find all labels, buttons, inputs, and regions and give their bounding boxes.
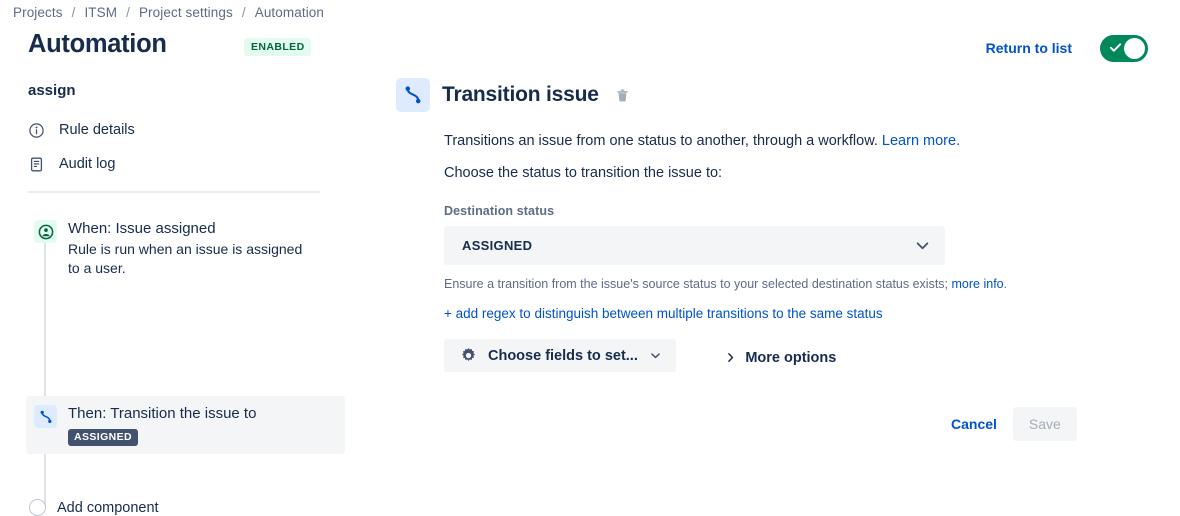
rule-name: assign xyxy=(28,82,76,99)
rule-step-trigger-body: When: Issue assigned Rule is run when an… xyxy=(68,219,311,278)
action-title: Transition issue xyxy=(442,83,599,106)
document-list-icon xyxy=(28,156,45,173)
chevron-right-icon xyxy=(724,351,737,364)
sidebar-item-label: Audit log xyxy=(59,156,116,172)
rule-step-title: Then: Transition the issue to xyxy=(68,405,257,422)
breadcrumb-separator: / xyxy=(241,5,246,20)
transition-icon xyxy=(34,405,57,428)
add-component-label: Add component xyxy=(57,499,159,516)
breadcrumb-separator: / xyxy=(126,5,130,20)
rule-sidebar: assign Rule details Audit log When: Issu… xyxy=(0,78,360,516)
destination-status-value: ASSIGNED xyxy=(462,238,533,253)
sidebar-divider xyxy=(28,191,320,193)
learn-more-link[interactable]: Learn more. xyxy=(882,133,960,149)
rule-step-trigger[interactable]: When: Issue assigned Rule is run when an… xyxy=(26,211,320,286)
destination-status-help-text: Ensure a transition from the issue's sou… xyxy=(444,277,949,291)
page-title: Automation xyxy=(28,30,167,58)
return-to-list-link[interactable]: Return to list xyxy=(986,40,1072,56)
person-circle-icon xyxy=(34,220,57,243)
more-options-toggle[interactable]: More options xyxy=(724,350,836,366)
rule-step-action[interactable]: Then: Transition the issue to ASSIGNED xyxy=(26,396,345,454)
breadcrumb-item-projects[interactable]: Projects xyxy=(13,3,63,22)
choose-fields-button[interactable]: Choose fields to set... xyxy=(444,339,676,372)
rule-step-title: When: Issue assigned xyxy=(68,220,216,237)
sidebar-item-label: Rule details xyxy=(59,122,135,138)
breadcrumb-item-project-settings[interactable]: Project settings xyxy=(139,3,233,22)
more-info-link[interactable]: more info xyxy=(952,277,1004,291)
page-header: Automation ENABLED Return to list xyxy=(0,30,1180,70)
action-description-text: Transitions an issue from one status to … xyxy=(444,133,878,149)
trash-icon[interactable] xyxy=(613,85,633,105)
rule-step-description: Rule is run when an issue is assigned to… xyxy=(68,241,303,276)
save-button[interactable]: Save xyxy=(1012,407,1077,441)
cancel-button[interactable]: Cancel xyxy=(941,408,1007,440)
toggle-knob xyxy=(1124,38,1145,59)
breadcrumb-item-automation[interactable]: Automation xyxy=(255,3,324,22)
destination-status-select[interactable]: ASSIGNED xyxy=(444,226,945,265)
sidebar-item-audit-log[interactable]: Audit log xyxy=(28,151,115,177)
check-icon xyxy=(1109,43,1122,52)
action-subheading: Choose the status to transition the issu… xyxy=(444,165,723,181)
gear-icon xyxy=(460,347,477,364)
breadcrumb-separator: / xyxy=(71,5,76,20)
chevron-down-icon xyxy=(649,349,662,362)
action-description: Transitions an issue from one status to … xyxy=(444,131,1096,151)
empty-circle-icon xyxy=(29,499,46,516)
form-actions: Cancel Save xyxy=(941,407,1077,441)
choose-fields-label: Choose fields to set... xyxy=(488,347,638,364)
add-regex-link[interactable]: + add regex to distinguish between multi… xyxy=(444,306,1096,321)
action-header: Transition issue xyxy=(396,78,1096,112)
action-detail-panel: Transition issue Transitions an issue fr… xyxy=(396,78,1096,441)
help-suffix: . xyxy=(1003,277,1008,291)
destination-status-help: Ensure a transition from the issue's sou… xyxy=(444,276,1096,293)
rule-step-status-badge: ASSIGNED xyxy=(68,429,139,446)
rule-enabled-toggle[interactable] xyxy=(1100,35,1148,62)
breadcrumb-item-itsm[interactable]: ITSM xyxy=(84,3,117,22)
more-options-label: More options xyxy=(745,349,837,366)
add-component-button[interactable]: Add component xyxy=(26,499,159,516)
breadcrumb: Projects / ITSM / Project settings / Aut… xyxy=(13,3,324,22)
sidebar-item-rule-details[interactable]: Rule details xyxy=(28,117,135,143)
transition-icon xyxy=(396,78,430,112)
rule-step-action-body: Then: Transition the issue to ASSIGNED xyxy=(68,404,256,446)
destination-status-label: Destination status xyxy=(444,204,555,218)
status-badge: ENABLED xyxy=(244,38,311,56)
info-circle-icon xyxy=(28,122,45,139)
chevron-down-icon xyxy=(914,237,931,254)
